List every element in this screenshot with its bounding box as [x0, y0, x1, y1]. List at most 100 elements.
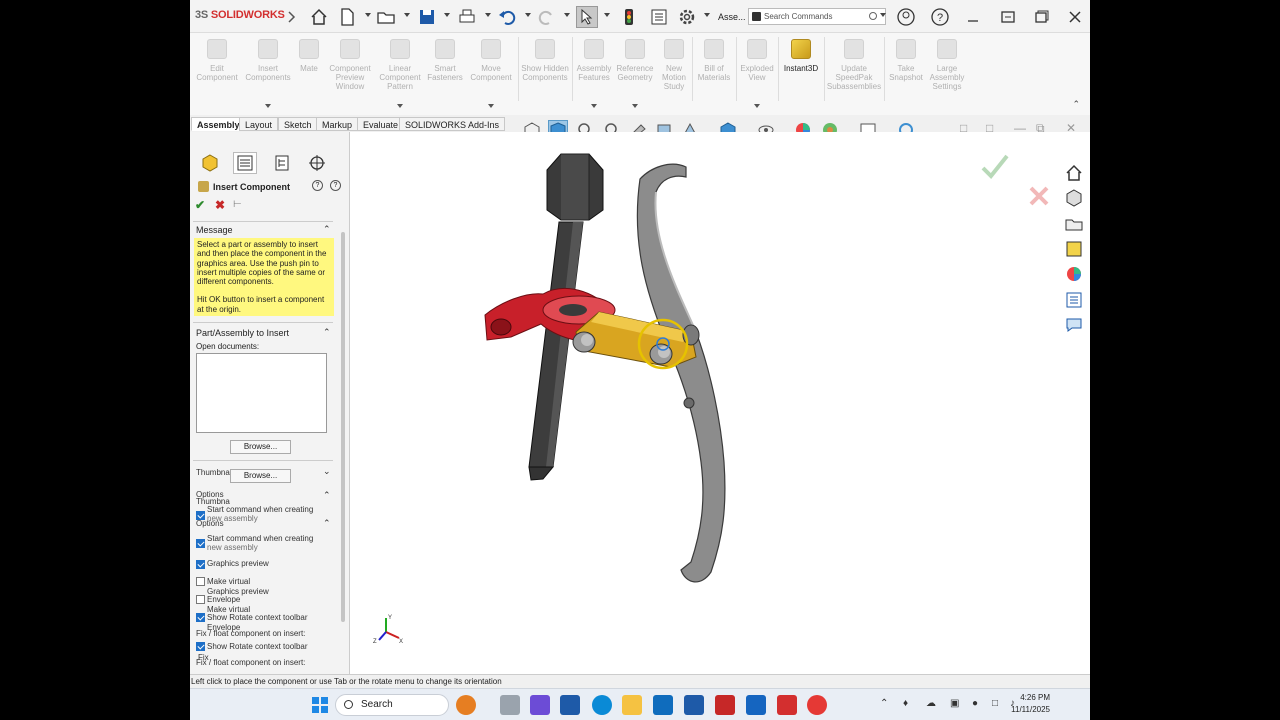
notepad-icon[interactable] [746, 695, 766, 715]
linear-component-pattern-button[interactable]: Linear Component Pattern [376, 37, 424, 91]
whats-new-button[interactable]: ? [330, 180, 341, 191]
open-documents-list[interactable] [196, 353, 327, 433]
make-virtual-checkbox[interactable] [196, 577, 205, 586]
collapse-chevron-icon[interactable]: ⌃ [323, 327, 331, 338]
tray-overflow-icon[interactable]: ⌃ [880, 698, 888, 709]
microphone-icon[interactable]: ● [972, 698, 978, 709]
home-icon[interactable] [308, 6, 330, 28]
message-section-header[interactable]: Message [196, 225, 233, 235]
taskbar-search[interactable]: Search [335, 694, 449, 716]
envelope-checkbox[interactable] [196, 595, 205, 604]
rebuild-traffic-light-icon[interactable] [618, 6, 640, 28]
ok-check-icon[interactable]: ✔ [195, 198, 205, 212]
propertymanager-tab-icon[interactable] [233, 152, 257, 174]
expand-menu-icon[interactable] [281, 6, 303, 28]
tab-markup[interactable]: Markup [316, 117, 359, 131]
solidworks-resources-icon[interactable] [1062, 161, 1086, 185]
edge-browser-icon[interactable] [592, 695, 612, 715]
custom-properties-icon[interactable] [1062, 288, 1086, 312]
cancel-x-icon[interactable]: ✖ [215, 198, 225, 212]
browse-button[interactable]: Browse... [230, 440, 291, 454]
tab-evaluate[interactable]: Evaluate [357, 117, 405, 131]
graphics-preview-checkbox[interactable] [196, 560, 205, 569]
system-clock[interactable]: 4:26 PM 11/11/2025 [1011, 692, 1050, 716]
large-assembly-settings-button[interactable]: Large Assembly Settings [926, 37, 968, 91]
bill-of-materials-button[interactable]: Bill of Materials [694, 37, 734, 82]
word-icon[interactable] [684, 695, 704, 715]
app-logo[interactable]: 3S SOLIDWORKS [195, 9, 285, 21]
tab-layout[interactable]: Layout [239, 117, 279, 131]
restore-icon[interactable] [997, 6, 1019, 28]
redo-icon[interactable] [536, 6, 558, 28]
undo-icon[interactable] [496, 6, 518, 28]
weather-widget-icon[interactable] [456, 695, 476, 715]
reference-geometry-button[interactable]: Reference Geometry [614, 37, 656, 82]
save-icon[interactable] [416, 6, 438, 28]
file-properties-icon[interactable] [648, 6, 670, 28]
graphics-area[interactable]: Y X Z [351, 132, 1090, 674]
solidworks-taskbar-icon[interactable] [715, 695, 735, 715]
dimxpert-tab-icon[interactable] [305, 152, 329, 174]
file-explorer-taskbar-icon[interactable] [622, 695, 642, 715]
appearances-scenes-icon[interactable] [1062, 262, 1086, 286]
show-rotate-checkbox-ghost[interactable] [196, 642, 205, 651]
tab-addins[interactable]: SOLIDWORKS Add-Ins [399, 117, 506, 131]
network-icon[interactable]: □ [992, 698, 998, 709]
panel-scrollbar[interactable] [341, 232, 345, 622]
file-explorer-icon[interactable] [1062, 212, 1086, 236]
options-gear-icon[interactable] [676, 6, 698, 28]
forum-icon[interactable] [1062, 313, 1086, 337]
3d-model-viewport[interactable]: Y X Z [351, 132, 1090, 674]
featuremanager-tab-icon[interactable] [198, 152, 222, 174]
move-component-button[interactable]: Move Component [466, 37, 516, 82]
outlook-icon[interactable] [653, 695, 673, 715]
show-hidden-components-button[interactable]: Show Hidden Components [520, 37, 570, 82]
take-snapshot-button[interactable]: Take Snapshot [886, 37, 926, 82]
collapse-chevron-icon[interactable]: ⌃ [323, 518, 331, 529]
instant3d-button[interactable]: Instant3D [780, 37, 822, 73]
edit-component-button[interactable]: Edit Component [194, 37, 240, 82]
close-icon[interactable] [1064, 6, 1086, 28]
collapse-ribbon-icon[interactable]: ⌃ [1072, 99, 1080, 110]
select-cursor-icon[interactable] [576, 6, 598, 28]
insert-components-button[interactable]: Insert Components [242, 37, 294, 82]
user-account-icon[interactable] [895, 6, 917, 28]
acrobat-icon[interactable] [777, 695, 797, 715]
confirmation-corner[interactable] [981, 154, 1049, 206]
app-icon[interactable] [530, 695, 550, 715]
smart-fasteners-button[interactable]: Smart Fasteners [426, 37, 464, 82]
windows-start-icon[interactable] [310, 695, 330, 715]
part-assembly-section-header[interactable]: Part/Assembly to Insert [196, 328, 289, 338]
start-command-checkbox-ghost[interactable] [196, 539, 205, 548]
update-speedpak-button[interactable]: Update SpeedPak Subassemblies [826, 37, 882, 91]
search-commands-input[interactable]: Search Commands [748, 8, 886, 25]
open-folder-icon[interactable] [375, 6, 397, 28]
exploded-view-button[interactable]: Exploded View [738, 37, 776, 82]
collapse-chevron-icon[interactable]: ⌃ [323, 224, 331, 235]
collapse-chevron-icon[interactable]: ⌃ [323, 490, 331, 501]
dropbox-icon[interactable]: ♦ [903, 698, 908, 709]
task-view-icon[interactable] [500, 695, 520, 715]
word-app-icon[interactable] [560, 695, 580, 715]
app-icon-red[interactable] [807, 695, 827, 715]
design-library-icon[interactable] [1062, 186, 1086, 210]
search-icon[interactable] [869, 12, 877, 20]
minimize-icon[interactable] [962, 6, 984, 28]
expand-chevron-icon[interactable]: ⌄ [323, 466, 331, 477]
new-motion-study-button[interactable]: New Motion Study [658, 37, 690, 91]
tab-assembly[interactable]: Assembly [191, 117, 246, 131]
new-document-icon[interactable] [336, 6, 358, 28]
teams-icon[interactable]: ▣ [950, 698, 959, 709]
push-pin-icon[interactable]: ⊢ [233, 199, 242, 210]
maximize-icon[interactable] [1030, 6, 1052, 28]
tab-sketch[interactable]: Sketch [278, 117, 318, 131]
show-rotate-checkbox[interactable] [196, 613, 205, 622]
mate-button[interactable]: Mate [296, 37, 322, 73]
cloud-icon[interactable]: ☁ [926, 698, 936, 709]
help-button[interactable]: ? [312, 180, 323, 191]
browse-button-ghost[interactable]: Browse... [230, 469, 291, 483]
print-icon[interactable] [456, 6, 478, 28]
configurationmanager-tab-icon[interactable] [270, 152, 294, 174]
view-palette-icon[interactable] [1062, 237, 1086, 261]
help-icon[interactable]: ? [929, 6, 951, 28]
